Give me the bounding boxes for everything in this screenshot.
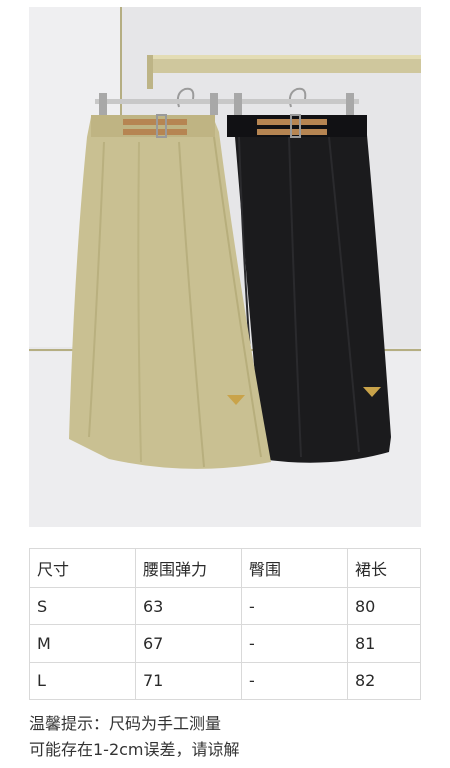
header-size: 尺寸 bbox=[29, 547, 136, 589]
cell-size: S bbox=[29, 587, 136, 626]
cell-size: M bbox=[29, 624, 136, 663]
cell-length: 81 bbox=[347, 624, 421, 663]
cell-hip: - bbox=[241, 661, 348, 701]
table-row: M 67 - 81 bbox=[29, 624, 421, 663]
cell-hip: - bbox=[241, 587, 348, 626]
cell-length: 80 bbox=[347, 587, 421, 626]
cell-size: L bbox=[29, 661, 136, 701]
header-hip: 臀围 bbox=[241, 547, 348, 589]
error-note: 可能存在1-2cm误差，请谅解 bbox=[29, 740, 240, 759]
table-row: S 63 - 80 bbox=[29, 587, 421, 626]
cell-waist: 63 bbox=[135, 587, 242, 626]
table-header-row: 尺寸 腰围弹力 臀围 裙长 bbox=[29, 547, 421, 589]
cell-waist: 67 bbox=[135, 624, 242, 663]
header-waist-elastic: 腰围弹力 bbox=[135, 547, 242, 589]
measurement-note: 温馨提示：尺码为手工测量 bbox=[29, 714, 222, 733]
cell-hip: - bbox=[241, 624, 348, 663]
cell-length: 82 bbox=[347, 661, 421, 701]
cell-waist: 71 bbox=[135, 661, 242, 701]
size-chart-table: 尺寸 腰围弹力 臀围 裙长 S 63 - 80 M 67 - 81 L 71 -… bbox=[29, 547, 421, 701]
product-photo bbox=[29, 7, 421, 527]
table-row: L 71 - 82 bbox=[29, 661, 421, 701]
header-skirt-length: 裙长 bbox=[347, 547, 421, 589]
